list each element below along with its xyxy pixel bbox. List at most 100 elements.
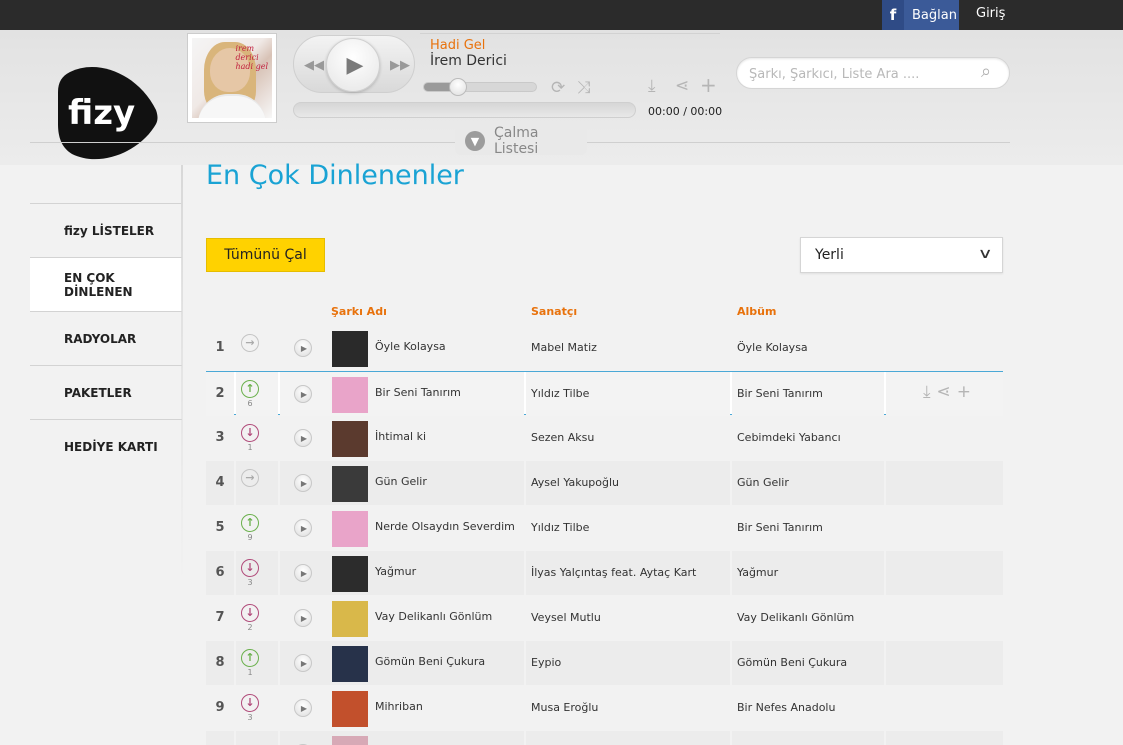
search-input[interactable] xyxy=(749,64,979,84)
chevron-down-icon: ▼ xyxy=(465,131,485,151)
album-name[interactable]: Vay Delikanlı Gönlüm xyxy=(737,611,854,624)
table-row[interactable]: 1 → ▶ Öyle Kolaysa Mabel Matiz Öyle Kolaysa xyxy=(206,326,1003,370)
row-play-button[interactable]: ▶ xyxy=(294,339,312,357)
row-play-button[interactable]: ▶ xyxy=(294,609,312,627)
song-thumbnail[interactable] xyxy=(332,421,368,457)
play-button[interactable]: ▶ xyxy=(326,38,380,92)
search-icon[interactable]: ⌕ xyxy=(981,61,991,82)
artist-name[interactable]: Eypio xyxy=(531,656,561,669)
play-icon: ▶ xyxy=(300,433,308,443)
column-header-album[interactable]: Albüm xyxy=(737,305,776,318)
album-name[interactable]: Öyle Kolaysa xyxy=(737,341,808,354)
play-icon: ▶ xyxy=(300,478,308,488)
facebook-connect-button[interactable]: f Bağlan xyxy=(882,0,959,30)
artist-name[interactable]: Yıldız Tilbe xyxy=(531,387,589,400)
add-icon[interactable]: + xyxy=(957,382,971,402)
column-header-artist[interactable]: Sanatçı xyxy=(531,305,577,318)
artist-name[interactable]: İlyas Yalçıntaş feat. Aytaç Kart xyxy=(531,566,696,579)
row-play-button[interactable]: ▶ xyxy=(294,699,312,717)
song-name[interactable]: Gün Gelir xyxy=(375,475,427,488)
next-icon[interactable]: ▶▶ xyxy=(390,58,410,73)
now-playing-title[interactable]: Hadi Gel xyxy=(430,38,485,53)
rank-number: 8 xyxy=(215,655,225,670)
artist-name[interactable]: Yıldız Tilbe xyxy=(531,521,589,534)
region-select[interactable]: Yerli ∨ xyxy=(800,237,1003,273)
volume-slider[interactable] xyxy=(423,78,537,96)
song-name[interactable]: Nerde Olsaydın Severdim xyxy=(375,520,515,533)
trend-same-icon: → xyxy=(241,334,259,352)
table-row[interactable]: 9 ↓ 3 ▶ Mihriban Musa Eroğlu Bir Nefes Anadolu xyxy=(206,686,1003,730)
table-row[interactable]: 6 ↓ 3 ▶ Yağmur İlyas Yalçıntaş feat. Aytaç Ka… xyxy=(206,551,1003,595)
song-thumbnail[interactable] xyxy=(332,511,368,547)
row-play-button[interactable]: ▶ xyxy=(294,564,312,582)
download-icon[interactable]: ⤓ xyxy=(648,76,656,96)
song-name[interactable]: Gömün Beni Çukura xyxy=(375,655,485,668)
song-thumbnail[interactable] xyxy=(332,601,368,637)
song-name[interactable]: Yağmur xyxy=(375,565,416,578)
table-row[interactable]: 7 ↓ 2 ▶ Vay Delikanlı Gönlüm Veysel Mutlu Vay … xyxy=(206,596,1003,640)
login-link[interactable]: Giriş xyxy=(976,6,1005,21)
playlist-toggle[interactable]: ▼ Çalma Listesi xyxy=(455,125,587,157)
song-thumbnail[interactable] xyxy=(332,736,368,745)
progress-bar[interactable] xyxy=(293,102,636,118)
table-row[interactable]: 8 ↑ 1 ▶ Gömün Beni Çukura Eypio Gömün Beni Çuk… xyxy=(206,641,1003,685)
song-thumbnail[interactable] xyxy=(332,331,368,367)
table-cell xyxy=(236,731,278,745)
rank-number: 9 xyxy=(215,700,225,715)
artist-name[interactable]: Veysel Mutlu xyxy=(531,611,601,624)
song-name[interactable]: Bir Seni Tanırım xyxy=(375,386,461,399)
row-play-button[interactable]: ▶ xyxy=(294,519,312,537)
sidebar-item-hediye-karti[interactable]: HEDİYE KARTI xyxy=(30,419,182,473)
row-play-button[interactable]: ▶ xyxy=(294,385,312,403)
song-name[interactable]: İhtimal ki xyxy=(375,430,426,443)
rank-number: 4 xyxy=(215,475,225,490)
column-header-song[interactable]: Şarkı Adı xyxy=(331,305,387,318)
sidebar-item-paketler[interactable]: PAKETLER xyxy=(30,365,182,419)
artist-name[interactable]: Sezen Aksu xyxy=(531,431,594,444)
song-name[interactable]: Mihriban xyxy=(375,700,423,713)
song-thumbnail[interactable] xyxy=(332,646,368,682)
now-playing-album-art: irem derici hadi gel xyxy=(187,33,277,123)
table-row[interactable]: 2 ↑ 6 ▶ Bir Seni Tanırım Yıldız Tilbe Bir Seni… xyxy=(206,371,1003,416)
share-icon[interactable]: ⋖ xyxy=(675,76,689,96)
sidebar-nav: fizy LİSTELER EN ÇOK DİNLENEN RADYOLAR P… xyxy=(30,165,182,585)
album-name[interactable]: Gömün Beni Çukura xyxy=(737,656,847,669)
play-all-button[interactable]: Tümünü Çal xyxy=(206,238,325,272)
artist-name[interactable]: Mabel Matiz xyxy=(531,341,597,354)
volume-knob[interactable] xyxy=(448,78,467,96)
sidebar-item-radyolar[interactable]: RADYOLAR xyxy=(30,311,182,365)
song-thumbnail[interactable] xyxy=(332,691,368,727)
album-name[interactable]: Bir Seni Tanırım xyxy=(737,521,823,534)
song-thumbnail[interactable] xyxy=(332,377,368,413)
row-play-button[interactable]: ▶ xyxy=(294,654,312,672)
table-row[interactable]: 4 → ▶ Gün Gelir Aysel Yakupoğlu Gün Gelir xyxy=(206,461,1003,505)
shuffle-icon[interactable]: ⤨ xyxy=(577,78,591,98)
sidebar-item-label: RADYOLAR xyxy=(64,331,137,346)
trend-down-icon: ↓ xyxy=(241,604,259,622)
row-play-button[interactable]: ▶ xyxy=(294,474,312,492)
now-playing-artist[interactable]: İrem Derici xyxy=(430,53,507,69)
share-icon[interactable]: ⋖ xyxy=(937,382,951,402)
sidebar-item-fizy-listeler[interactable]: fizy LİSTELER xyxy=(30,203,182,257)
download-icon[interactable]: ⤓ xyxy=(923,382,931,402)
album-name[interactable]: Bir Seni Tanırım xyxy=(737,387,823,400)
artist-name[interactable]: Musa Eroğlu xyxy=(531,701,598,714)
fizy-logo[interactable]: fizy xyxy=(58,64,160,162)
repeat-icon[interactable]: ⟳ xyxy=(551,78,565,98)
table-row[interactable]: 3 ↓ 1 ▶ İhtimal ki Sezen Aksu Cebimdeki Yabanc… xyxy=(206,416,1003,460)
previous-icon[interactable]: ◀◀ xyxy=(304,58,324,73)
song-name[interactable]: Öyle Kolaysa xyxy=(375,340,446,353)
row-play-button[interactable]: ▶ xyxy=(294,429,312,447)
song-thumbnail[interactable] xyxy=(332,556,368,592)
add-icon[interactable]: + xyxy=(700,73,717,97)
album-name[interactable]: Gün Gelir xyxy=(737,476,789,489)
album-name[interactable]: Cebimdeki Yabancı xyxy=(737,431,841,444)
sidebar-item-en-cok-dinlenen[interactable]: EN ÇOK DİNLENEN xyxy=(30,257,182,311)
song-thumbnail[interactable] xyxy=(332,466,368,502)
song-name[interactable]: Vay Delikanlı Gönlüm xyxy=(375,610,492,623)
table-row[interactable]: ▶ xyxy=(206,731,1003,745)
artist-name[interactable]: Aysel Yakupoğlu xyxy=(531,476,619,489)
album-name[interactable]: Yağmur xyxy=(737,566,778,579)
album-name[interactable]: Bir Nefes Anadolu xyxy=(737,701,835,714)
table-row[interactable]: 5 ↑ 9 ▶ Nerde Olsaydın Severdim Yıldız Tilbe B… xyxy=(206,506,1003,550)
